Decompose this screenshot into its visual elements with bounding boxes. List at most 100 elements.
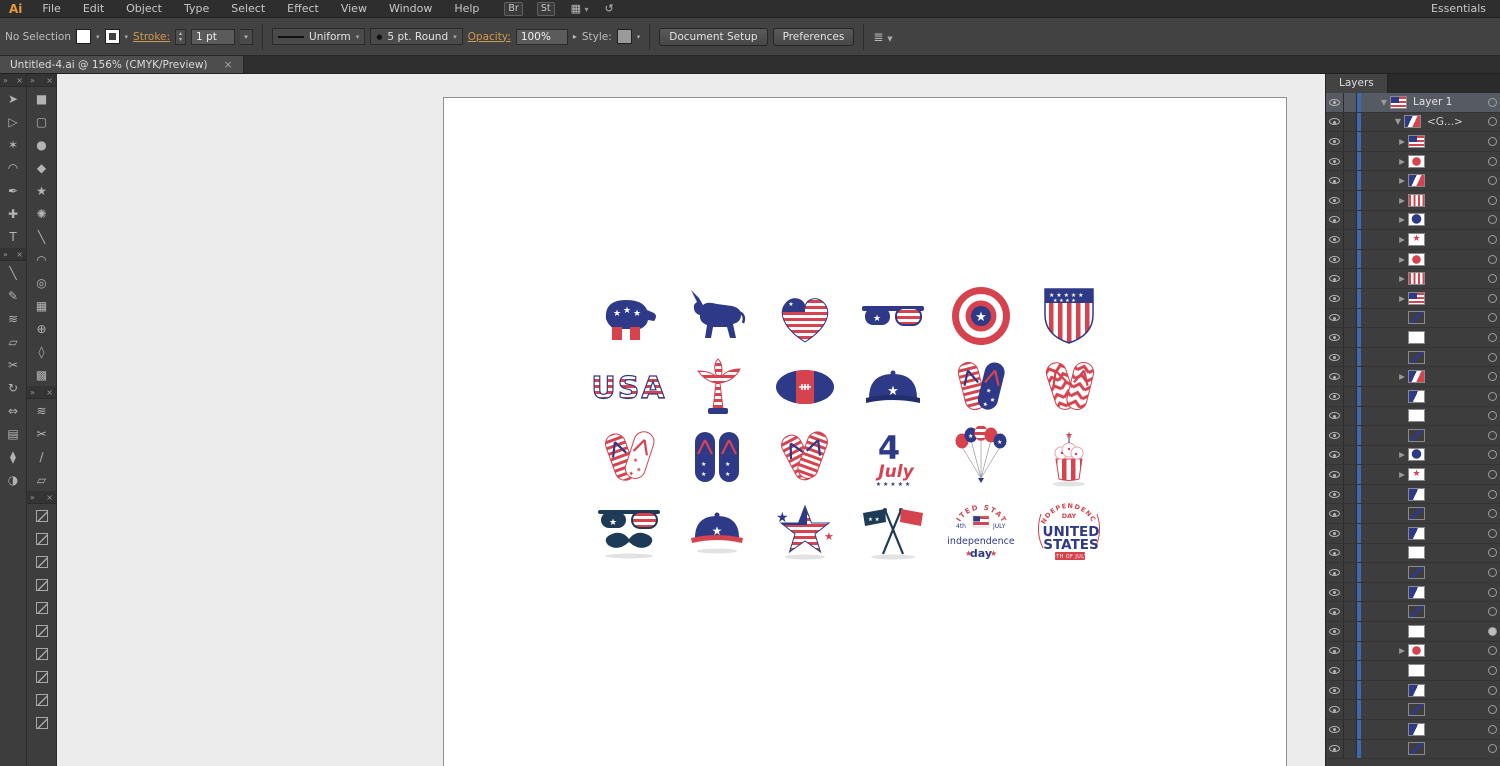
visibility-eye-icon[interactable] (1326, 681, 1344, 700)
layer-row[interactable] (1326, 407, 1500, 427)
expand-triangle-icon[interactable]: ▶ (1396, 372, 1408, 381)
lock-cell[interactable] (1344, 622, 1357, 641)
layer-row[interactable]: ▶ (1326, 289, 1500, 309)
opacity-field[interactable]: 100% (516, 29, 568, 45)
opacity-expand-icon[interactable]: ▸ (573, 32, 577, 41)
lock-cell[interactable] (1344, 700, 1357, 719)
layer-thumbnail[interactable] (1408, 272, 1425, 285)
visibility-eye-icon[interactable] (1326, 700, 1344, 719)
target-circle-icon[interactable] (1488, 548, 1497, 557)
visibility-eye-icon[interactable] (1326, 661, 1344, 680)
visibility-eye-icon[interactable] (1326, 367, 1344, 386)
menu-select[interactable]: Select (220, 0, 276, 18)
layer-row-layer1[interactable]: ▼ Layer 1 (1326, 93, 1500, 113)
lock-cell[interactable] (1344, 407, 1357, 426)
layer-row[interactable]: ▶ (1326, 191, 1500, 211)
visibility-eye-icon[interactable] (1326, 563, 1344, 582)
lock-cell[interactable] (1344, 387, 1357, 406)
expand-triangle-icon[interactable]: ▶ (1396, 196, 1408, 205)
collapse-arrows-icon[interactable]: » (30, 388, 35, 397)
lock-cell[interactable] (1344, 132, 1357, 151)
art-mustache-sunglasses[interactable]: ★ (585, 492, 673, 568)
layer-row[interactable] (1326, 387, 1500, 407)
layer-row[interactable] (1326, 309, 1500, 329)
expand-triangle-icon[interactable]: ▶ (1396, 255, 1408, 264)
layer-row[interactable]: ▶ (1326, 269, 1500, 289)
target-circle-icon[interactable] (1488, 372, 1497, 381)
collapse-triangle-icon[interactable]: ▼ (1378, 98, 1390, 107)
target-circle-icon[interactable] (1488, 725, 1497, 734)
pen-tool-icon[interactable]: ✒ (0, 179, 26, 202)
visibility-eye-icon[interactable] (1326, 152, 1344, 171)
art-crossed-flip-flops[interactable] (761, 422, 849, 492)
workspace-switcher[interactable]: Essentials (1431, 2, 1500, 15)
target-circle-icon[interactable] (1488, 235, 1497, 244)
close-icon[interactable]: × (16, 76, 23, 85)
visibility-eye-icon[interactable] (1326, 544, 1344, 563)
style-dropdown-icon[interactable]: ▾ (637, 33, 641, 41)
bridge-button[interactable]: Br (504, 2, 522, 16)
artboard-item-9-icon[interactable] (27, 688, 56, 711)
lock-cell[interactable] (1344, 367, 1357, 386)
target-circle-icon[interactable] (1488, 450, 1497, 459)
flare-tool-icon[interactable]: ✺ (27, 202, 56, 225)
visibility-eye-icon[interactable] (1326, 407, 1344, 426)
gradient-tool-icon[interactable]: ▤ (0, 422, 26, 445)
lock-cell[interactable] (1344, 544, 1357, 563)
target-circle-icon[interactable] (1488, 705, 1497, 714)
visibility-eye-icon[interactable] (1326, 348, 1344, 367)
layer-row[interactable] (1326, 485, 1500, 505)
width-profile-dropdown[interactable]: ●5 pt. Round▾ (370, 28, 462, 45)
visibility-eye-icon[interactable] (1326, 93, 1344, 112)
layer-row[interactable]: ▶ (1326, 132, 1500, 152)
artboard-item-2-icon[interactable] (27, 527, 56, 550)
visibility-eye-icon[interactable] (1326, 485, 1344, 504)
visibility-eye-icon[interactable] (1326, 426, 1344, 445)
layer-thumbnail[interactable] (1408, 448, 1425, 461)
layer-thumbnail[interactable] (1390, 96, 1407, 109)
layer-thumbnail[interactable] (1408, 684, 1425, 697)
target-circle-icon[interactable] (1488, 744, 1497, 753)
panel-collapse-header[interactable]: »× (27, 386, 56, 399)
target-circle-icon[interactable] (1488, 431, 1497, 440)
layer-thumbnail[interactable] (1408, 566, 1425, 579)
visibility-eye-icon[interactable] (1326, 583, 1344, 602)
visibility-eye-icon[interactable] (1326, 504, 1344, 523)
target-circle-icon[interactable] (1488, 255, 1497, 264)
layer-thumbnail[interactable] (1408, 429, 1425, 442)
layer-thumbnail[interactable] (1408, 233, 1425, 246)
eraser-tool-icon[interactable]: ▱ (0, 330, 26, 353)
star-tool-icon[interactable]: ★ (27, 179, 56, 202)
shear-tool-icon[interactable]: ▱ (27, 468, 56, 491)
layer-row-group[interactable]: ▼ <G...> (1326, 113, 1500, 133)
menu-file[interactable]: File (31, 0, 71, 18)
rectangle-tool-icon[interactable]: ■ (27, 87, 56, 110)
panel-collapse-header[interactable]: »× (27, 491, 56, 504)
layer-thumbnail[interactable] (1408, 468, 1425, 481)
ellipse-tool-icon[interactable]: ● (27, 133, 56, 156)
layer-row[interactable] (1326, 426, 1500, 446)
visibility-eye-icon[interactable] (1326, 113, 1344, 132)
panel-collapse-header[interactable]: »× (27, 74, 56, 87)
layer-row[interactable]: ▶ (1326, 152, 1500, 172)
polar-grid-tool-icon[interactable]: ⊕ (27, 317, 56, 340)
layer-thumbnail[interactable] (1408, 292, 1425, 305)
target-circle-icon[interactable] (1488, 353, 1497, 362)
lock-cell[interactable] (1344, 720, 1357, 739)
visibility-eye-icon[interactable] (1326, 387, 1344, 406)
layer-row[interactable] (1326, 740, 1500, 760)
art-flag-balloons[interactable]: ★ ★ (937, 422, 1025, 492)
art-democrat-donkey[interactable] (673, 280, 761, 352)
target-circle-icon[interactable] (1488, 313, 1497, 322)
lock-cell[interactable] (1344, 93, 1357, 112)
scale-tool-icon[interactable]: ⇔ (0, 399, 26, 422)
lock-cell[interactable] (1344, 269, 1357, 288)
art-independence-day-badge[interactable]: UNITED STATES 4th JULY independence ★ da… (937, 492, 1025, 568)
target-circle-icon[interactable] (1488, 627, 1497, 636)
layer-row[interactable] (1326, 583, 1500, 603)
spiral-tool-icon[interactable]: ◎ (27, 271, 56, 294)
lock-cell[interactable] (1344, 113, 1357, 132)
expand-triangle-icon[interactable]: ▶ (1396, 235, 1408, 244)
lock-cell[interactable] (1344, 152, 1357, 171)
document-tab[interactable]: Untitled-4.ai @ 156% (CMYK/Preview) × (0, 56, 244, 73)
